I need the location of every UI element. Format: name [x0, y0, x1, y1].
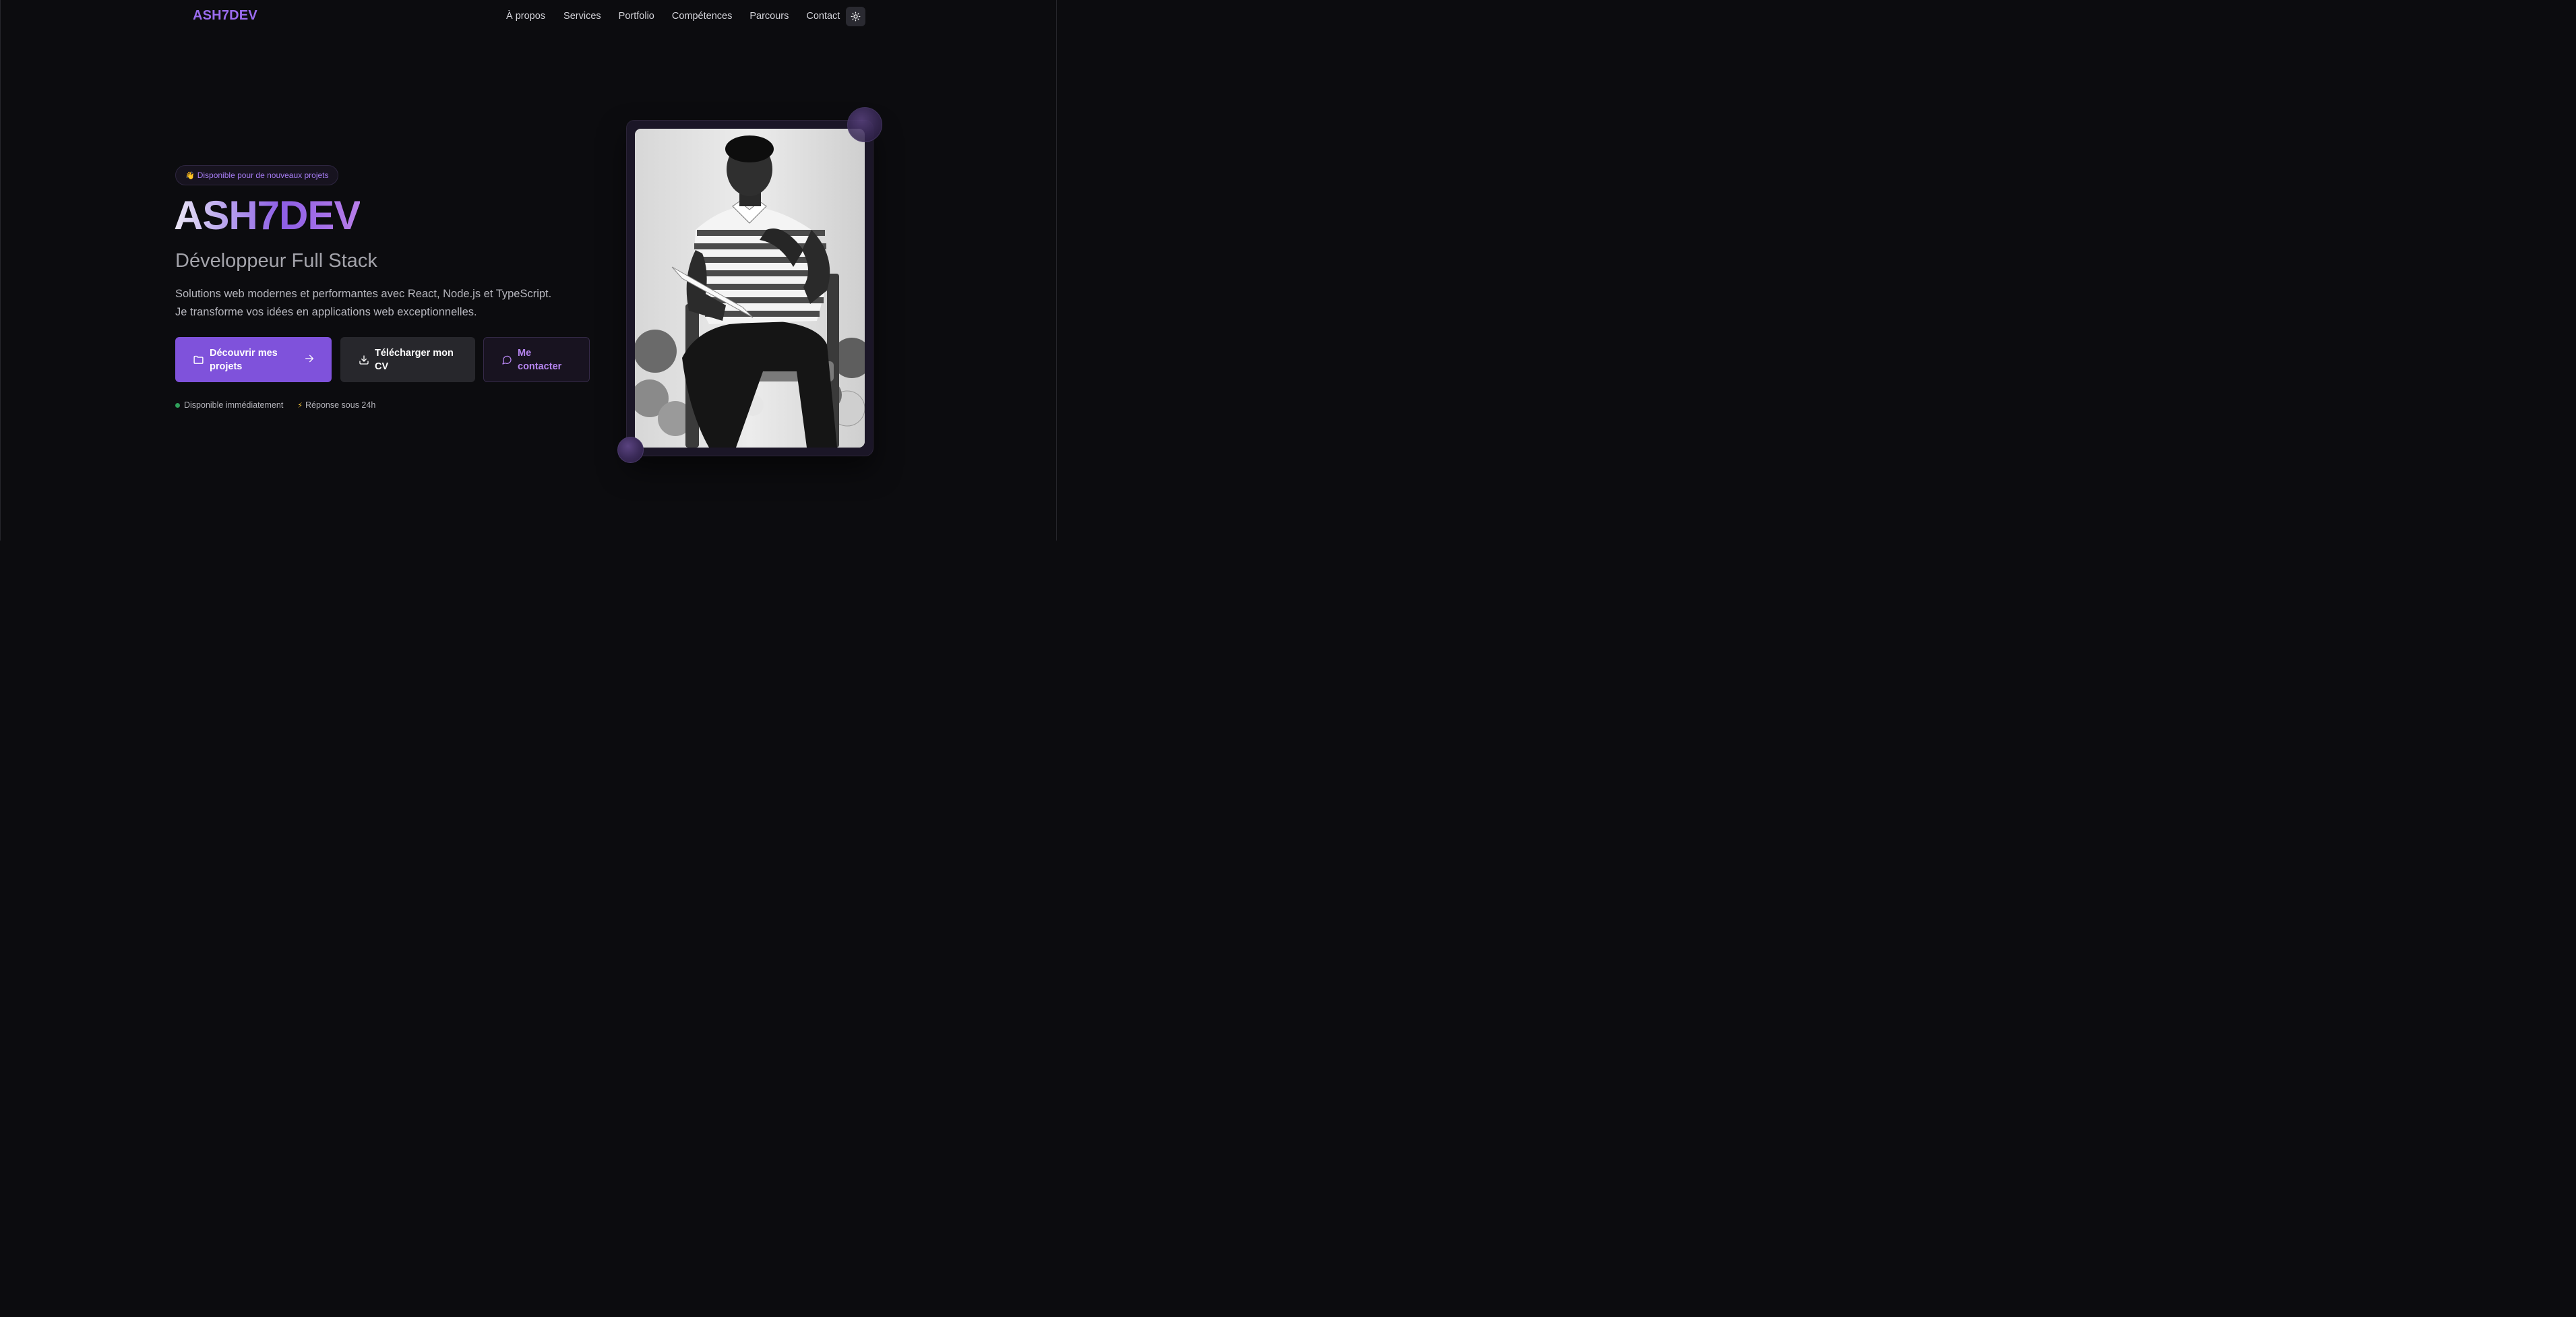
folder-icon [193, 355, 204, 364]
download-cv-label: Télécharger mon CV [375, 347, 454, 372]
download-icon [359, 355, 369, 365]
nav-link-contact[interactable]: Contact [806, 11, 840, 22]
hero-description-line-2: Je transforme vos idées en applications … [175, 306, 477, 318]
decorative-orb-bottom [617, 437, 644, 463]
portrait-illustration [635, 129, 865, 448]
message-circle-icon [502, 355, 512, 365]
decorative-orb-top [847, 107, 882, 142]
page: ASH7DEV À propos Services Portfolio Comp… [0, 0, 1057, 541]
download-cv-button[interactable]: Télécharger mon CV [340, 337, 475, 382]
site-logo[interactable]: ASH7DEV [193, 8, 257, 24]
status-row: Disponible immédiatement ⚡ Réponse sous … [175, 400, 375, 410]
waving-hand-icon: 👋 [185, 171, 195, 180]
theme-toggle-button[interactable] [846, 7, 865, 26]
hero-title: ASH7DEV [174, 191, 361, 240]
lightning-icon: ⚡ [297, 401, 303, 410]
nav-link-services[interactable]: Services [563, 11, 601, 22]
availability-status: Disponible immédiatement [184, 400, 284, 410]
nav-link-skills[interactable]: Compétences [672, 11, 732, 22]
discover-projects-label: Découvrir mes projets [210, 347, 278, 372]
nav-link-journey[interactable]: Parcours [749, 11, 789, 22]
contact-me-button[interactable]: Me contacter [483, 337, 590, 382]
discover-projects-button[interactable]: Découvrir mes projets [175, 337, 332, 382]
nav-link-portfolio[interactable]: Portfolio [619, 11, 654, 22]
arrow-right-icon [305, 355, 313, 363]
main-nav: À propos Services Portfolio Compétences … [506, 11, 840, 22]
status-dot-icon [175, 402, 180, 408]
hero-description-line-1: Solutions web modernes et performantes a… [175, 288, 552, 300]
nav-link-about[interactable]: À propos [506, 11, 545, 22]
contact-me-label: Me contacter [518, 347, 562, 372]
hero-description: Solutions web modernes et performantes a… [175, 285, 551, 321]
availability-badge-text: Disponible pour de nouveaux projets [197, 171, 329, 180]
hero-subtitle: Développeur Full Stack [175, 250, 377, 272]
sun-icon [851, 11, 861, 22]
response-time-status: Réponse sous 24h [305, 400, 376, 410]
profile-photo [635, 129, 865, 448]
availability-badge: 👋 Disponible pour de nouveaux projets [175, 165, 338, 185]
